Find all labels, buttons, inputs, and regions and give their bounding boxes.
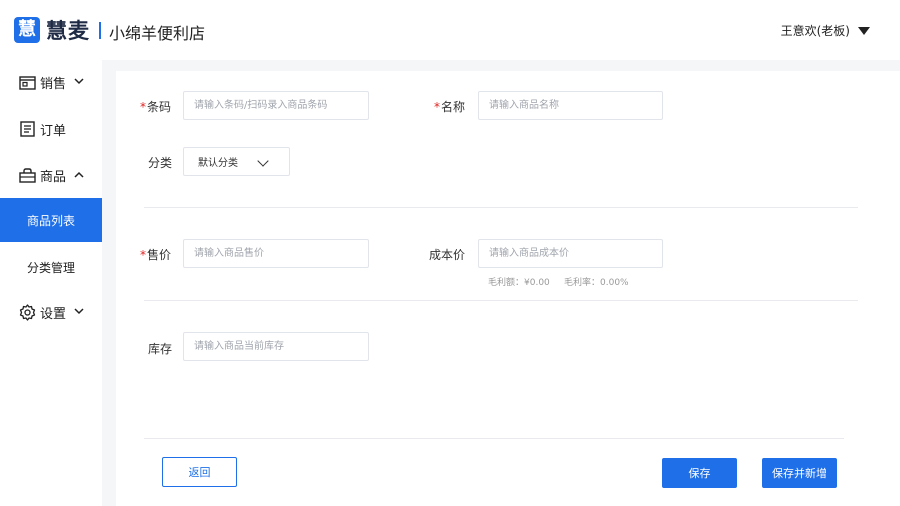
sidebar-item-label: 设置 [40, 306, 67, 322]
category-value: 默认分类 [198, 158, 238, 169]
product-form-card: *条码 *名称 分类 默认分类 *售价 成本价 毛利额：¥0.00 毛利率：0.… [116, 71, 900, 506]
cost-label: 成本价 [429, 248, 466, 262]
top-header: 慧 慧麦 小绵羊便利店 王意欢(老板) [0, 0, 900, 60]
price-label: *售价 [140, 248, 172, 262]
sidebar-item-orders[interactable]: 订单 [0, 107, 102, 151]
register-icon [18, 73, 36, 91]
logo-separator [99, 22, 101, 39]
sidebar-item-label: 商品列表 [26, 213, 75, 228]
save-and-new-button[interactable]: 保存并新增 [762, 458, 837, 488]
sidebar-item-product-list[interactable]: 商品列表 [0, 198, 102, 242]
save-button[interactable]: 保存 [662, 458, 737, 488]
chevron-down-icon [74, 307, 84, 318]
sidebar-item-sales[interactable]: 销售 [0, 60, 102, 104]
cost-input[interactable] [478, 239, 663, 268]
sidebar-item-label: 订单 [40, 123, 67, 139]
divider [144, 438, 844, 439]
sidebar-item-category-management[interactable]: 分类管理 [0, 245, 102, 289]
chevron-up-icon [74, 170, 84, 181]
logo-icon: 慧 [14, 17, 40, 43]
stock-label: 库存 [148, 342, 173, 356]
sidebar-item-products[interactable]: 商品 [0, 153, 102, 197]
divider [144, 300, 858, 301]
name-input[interactable] [478, 91, 663, 120]
sidebar-item-label: 销售 [40, 76, 67, 92]
sidebar: 销售 订单 商品 商品列表 分类管理 设置 [0, 60, 102, 506]
store-name: 小绵羊便利店 [109, 24, 206, 43]
sidebar-item-label: 商品 [40, 169, 67, 185]
name-label: *名称 [434, 100, 466, 114]
document-icon [18, 120, 36, 138]
logo-text: 慧麦 [46, 19, 90, 43]
user-menu[interactable]: 王意欢(老板) [781, 22, 870, 39]
gross-margin-text: 毛利率：0.00% [564, 278, 629, 288]
chevron-down-icon [257, 155, 269, 167]
divider [144, 207, 858, 208]
gross-profit-text: 毛利额：¥0.00 [488, 278, 550, 288]
user-name: 王意欢(老板) [780, 24, 850, 38]
barcode-label: *条码 [140, 100, 172, 114]
barcode-input[interactable] [183, 91, 369, 120]
sidebar-item-label: 分类管理 [26, 260, 75, 275]
price-input[interactable] [183, 239, 369, 268]
caret-down-icon [858, 26, 870, 35]
stock-input[interactable] [183, 332, 369, 361]
category-label: 分类 [148, 156, 173, 170]
sidebar-item-settings[interactable]: 设置 [0, 290, 102, 334]
chevron-down-icon [74, 77, 84, 88]
shop-bag-icon [18, 166, 36, 184]
category-select[interactable]: 默认分类 [183, 147, 290, 176]
back-button[interactable]: 返回 [162, 457, 237, 487]
gear-icon [18, 303, 36, 321]
